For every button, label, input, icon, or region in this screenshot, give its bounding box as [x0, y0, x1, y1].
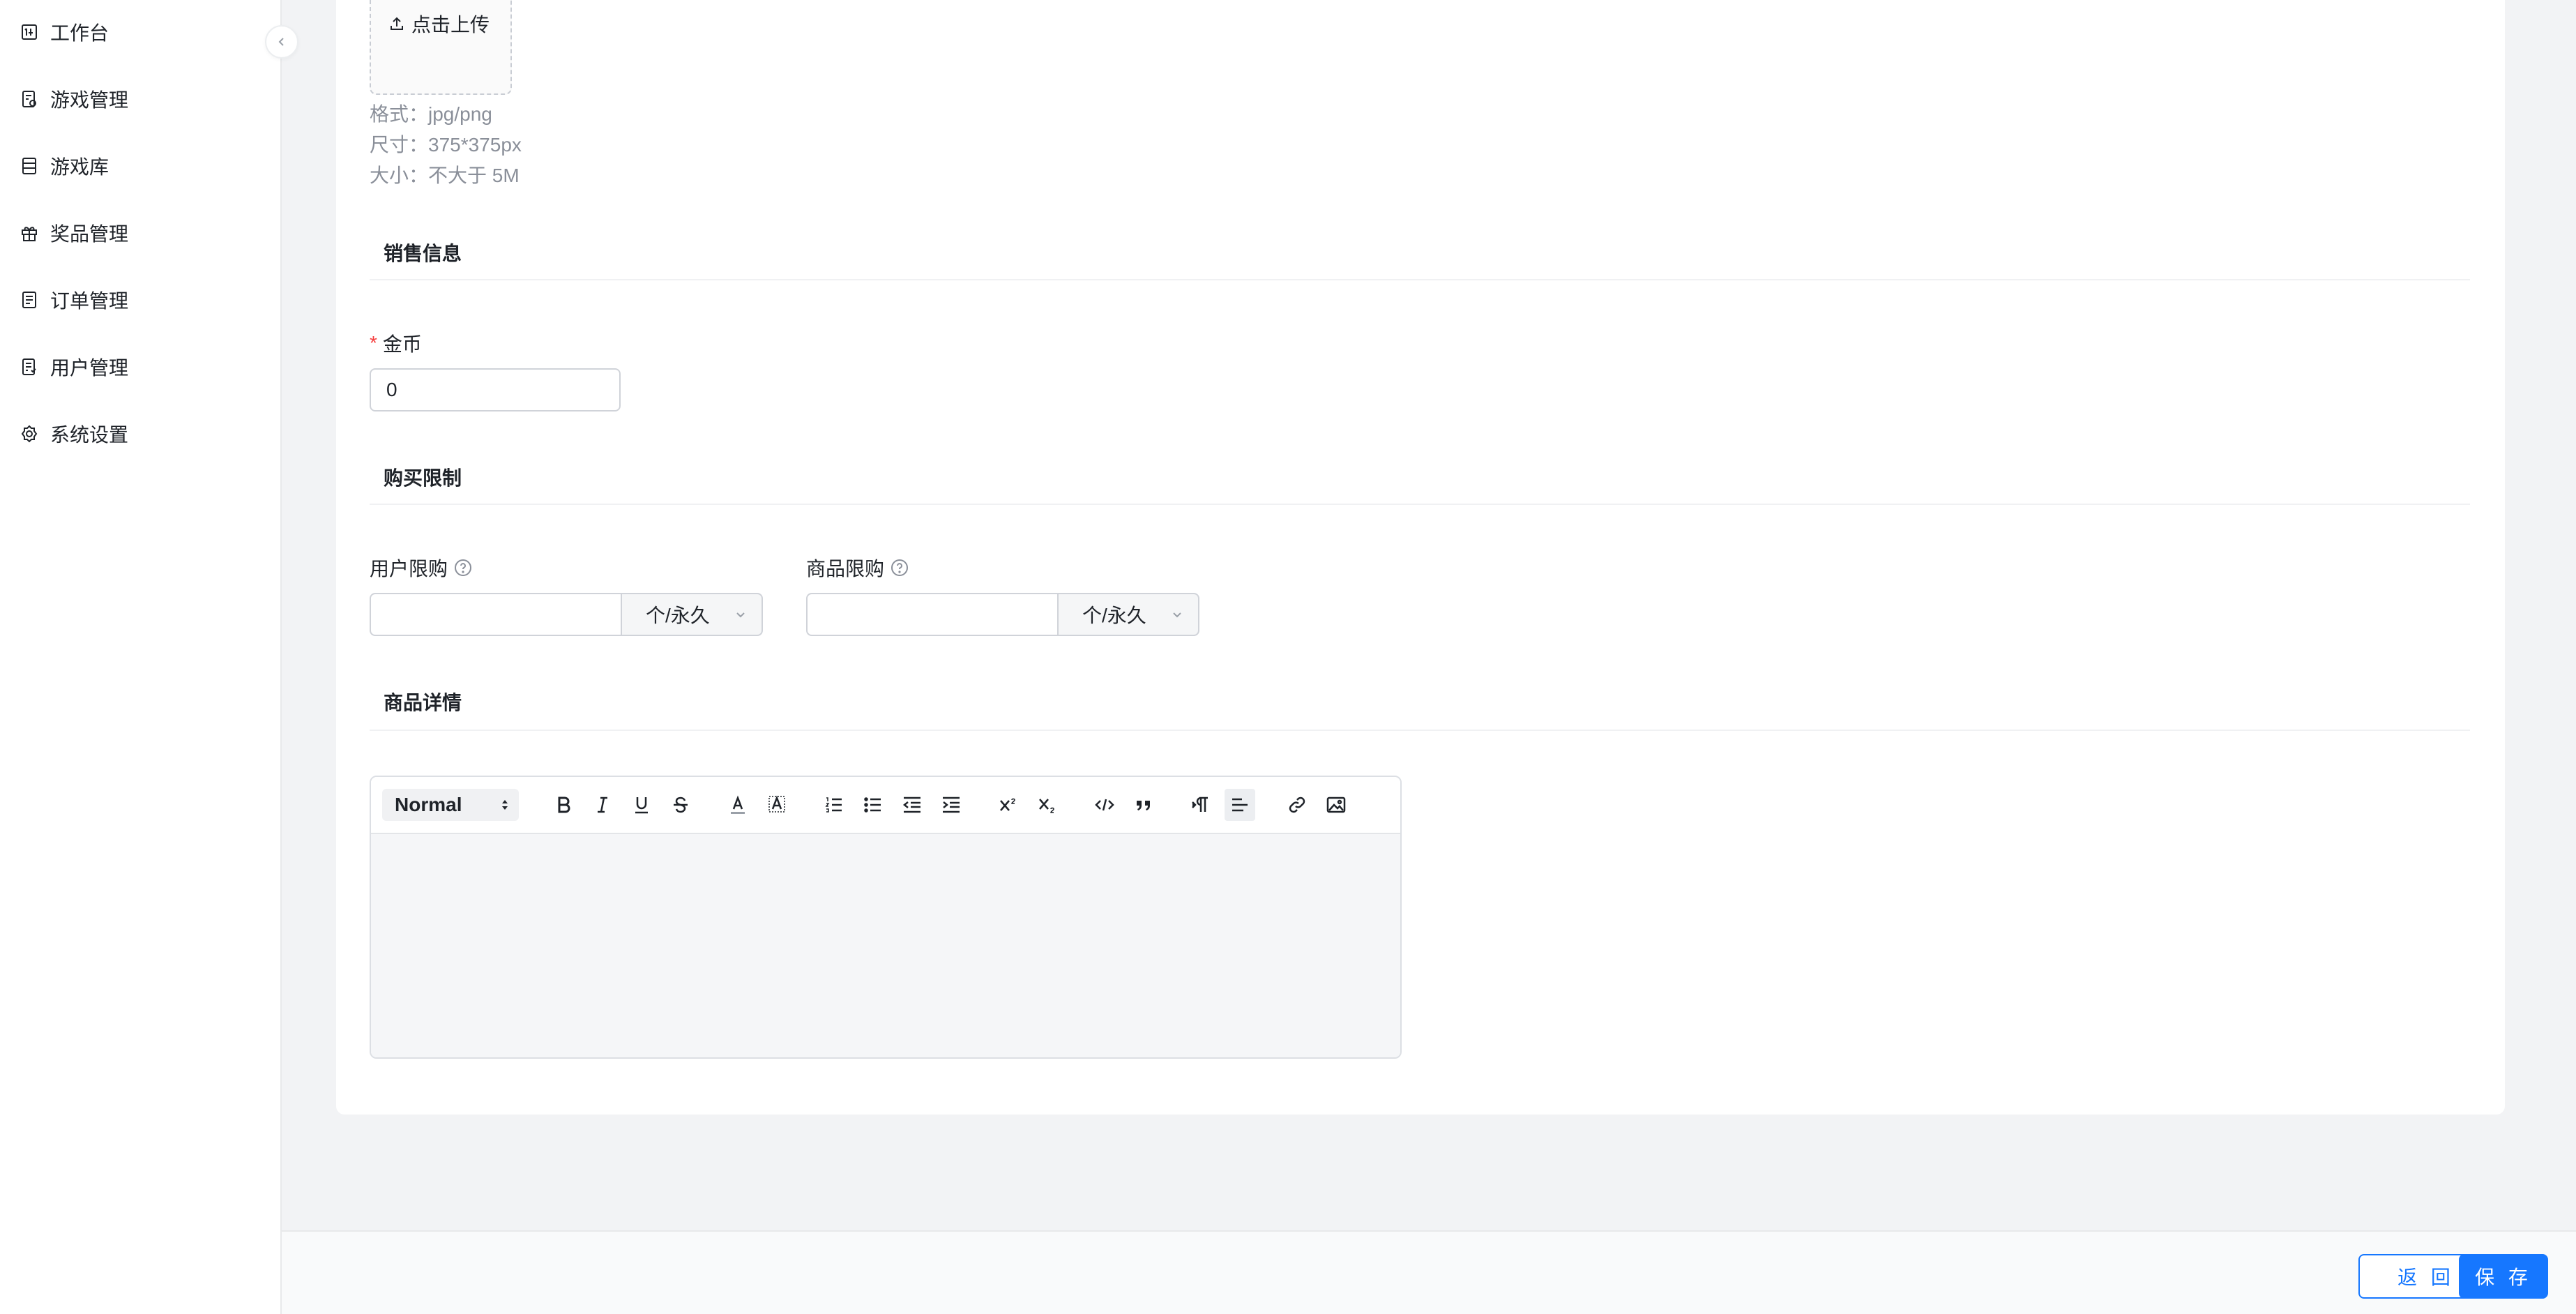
section-title-sales: 销售信息: [384, 243, 462, 264]
sidebar-item-game-management[interactable]: 游戏管理: [20, 78, 128, 120]
section-title-product-details: 商品详情: [384, 692, 462, 713]
code-icon[interactable]: [1089, 789, 1120, 821]
outdent-icon[interactable]: [897, 789, 927, 821]
section-divider: [370, 730, 2470, 731]
editor-toolbar: Normal: [371, 777, 1400, 834]
sidebar-item-label: 奖品管理: [50, 223, 129, 245]
strikethrough-icon[interactable]: [665, 789, 696, 821]
sidebar-item-label: 游戏管理: [50, 89, 129, 111]
order-icon: [20, 290, 39, 310]
item-limit-label-text: 商品限购: [806, 558, 885, 580]
upload-button-label: 点击上传: [411, 14, 490, 36]
format-select-value: Normal: [395, 794, 462, 815]
chevron-down-icon: [1173, 612, 1181, 618]
gear-icon: [20, 424, 39, 444]
indent-icon[interactable]: [936, 789, 967, 821]
align-left-icon[interactable]: [1225, 789, 1255, 821]
sidebar-item-workbench[interactable]: 工作台: [20, 11, 109, 53]
item-limit-label: 商品限购: [806, 554, 909, 582]
chevron-left-icon: [278, 38, 284, 46]
user-limit-label-text: 用户限购: [370, 558, 448, 580]
dashboard-icon: [20, 22, 39, 42]
editor-content-area[interactable]: [371, 834, 1400, 1057]
bold-icon[interactable]: [548, 789, 579, 821]
user-limit-unit-select[interactable]: 个/永久: [621, 593, 763, 636]
sidebar-item-user-management[interactable]: 用户管理: [20, 346, 128, 388]
sidebar-item-label: 订单管理: [50, 290, 129, 312]
upload-icon: [388, 15, 406, 33]
format-select[interactable]: Normal: [382, 789, 519, 821]
bullet-list-icon[interactable]: [858, 789, 888, 821]
footer-bar: [282, 1230, 2576, 1314]
user-limit-label: 用户限购: [370, 554, 473, 582]
coin-label-text: 金币: [382, 333, 422, 355]
user-limit-input[interactable]: [370, 593, 621, 636]
upload-hint-filesize: 大小：不大于 5M: [370, 165, 520, 186]
help-icon[interactable]: [890, 558, 909, 577]
user-doc-icon: [20, 357, 39, 377]
user-limit-input-group: 个/永久: [370, 593, 763, 636]
sidebar-collapse-button[interactable]: [265, 25, 298, 59]
item-limit-input-group: 个/永久: [806, 593, 1199, 636]
link-icon[interactable]: [1282, 789, 1312, 821]
sidebar-item-label: 用户管理: [50, 357, 129, 379]
item-limit-unit-value: 个/永久: [1082, 605, 1146, 626]
upload-hint-format: 格式：jpg/png: [370, 103, 492, 125]
coin-field-label: * 金币: [370, 329, 422, 357]
user-limit-unit-value: 个/永久: [646, 605, 710, 626]
sidebar-item-game-library[interactable]: 游戏库: [20, 145, 109, 187]
superscript-icon[interactable]: [993, 789, 1024, 821]
section-title-purchase-limits: 购买限制: [384, 467, 462, 489]
library-icon: [20, 156, 39, 176]
text-direction-icon[interactable]: [1185, 789, 1216, 821]
upload-button[interactable]: 点击上传: [388, 10, 490, 38]
item-limit-input[interactable]: [806, 593, 1057, 636]
background-color-icon[interactable]: [762, 789, 792, 821]
sidebar: 工作台 游戏管理 游戏库 奖品管理 订单管理 用户管理 系统设置: [0, 0, 282, 1314]
sidebar-item-label: 游戏库: [50, 156, 109, 178]
game-doc-icon: [20, 89, 39, 109]
sidebar-item-system-settings[interactable]: 系统设置: [20, 413, 128, 455]
font-color-icon[interactable]: [722, 789, 753, 821]
sidebar-item-label: 工作台: [50, 22, 109, 44]
italic-icon[interactable]: [587, 789, 618, 821]
coin-input[interactable]: [370, 368, 621, 411]
image-icon[interactable]: [1321, 789, 1351, 821]
section-divider: [370, 504, 2470, 505]
updown-icon: [502, 800, 508, 810]
ordered-list-icon[interactable]: [819, 789, 849, 821]
help-icon[interactable]: [453, 558, 473, 577]
sidebar-item-prize-management[interactable]: 奖品管理: [20, 212, 128, 254]
chevron-down-icon: [736, 612, 745, 618]
section-divider: [370, 279, 2470, 280]
gift-icon: [20, 223, 39, 243]
underline-icon[interactable]: [626, 789, 657, 821]
upload-hint-size: 尺寸：375*375px: [370, 134, 522, 156]
subscript-icon[interactable]: [1032, 789, 1063, 821]
item-limit-unit-select[interactable]: 个/永久: [1057, 593, 1199, 636]
rich-text-editor: Normal: [370, 776, 1402, 1059]
save-button[interactable]: 保 存: [2459, 1254, 2548, 1299]
sidebar-item-label: 系统设置: [50, 424, 129, 446]
blockquote-icon[interactable]: [1128, 789, 1159, 821]
required-marker: *: [370, 332, 377, 354]
sidebar-item-order-management[interactable]: 订单管理: [20, 279, 128, 321]
